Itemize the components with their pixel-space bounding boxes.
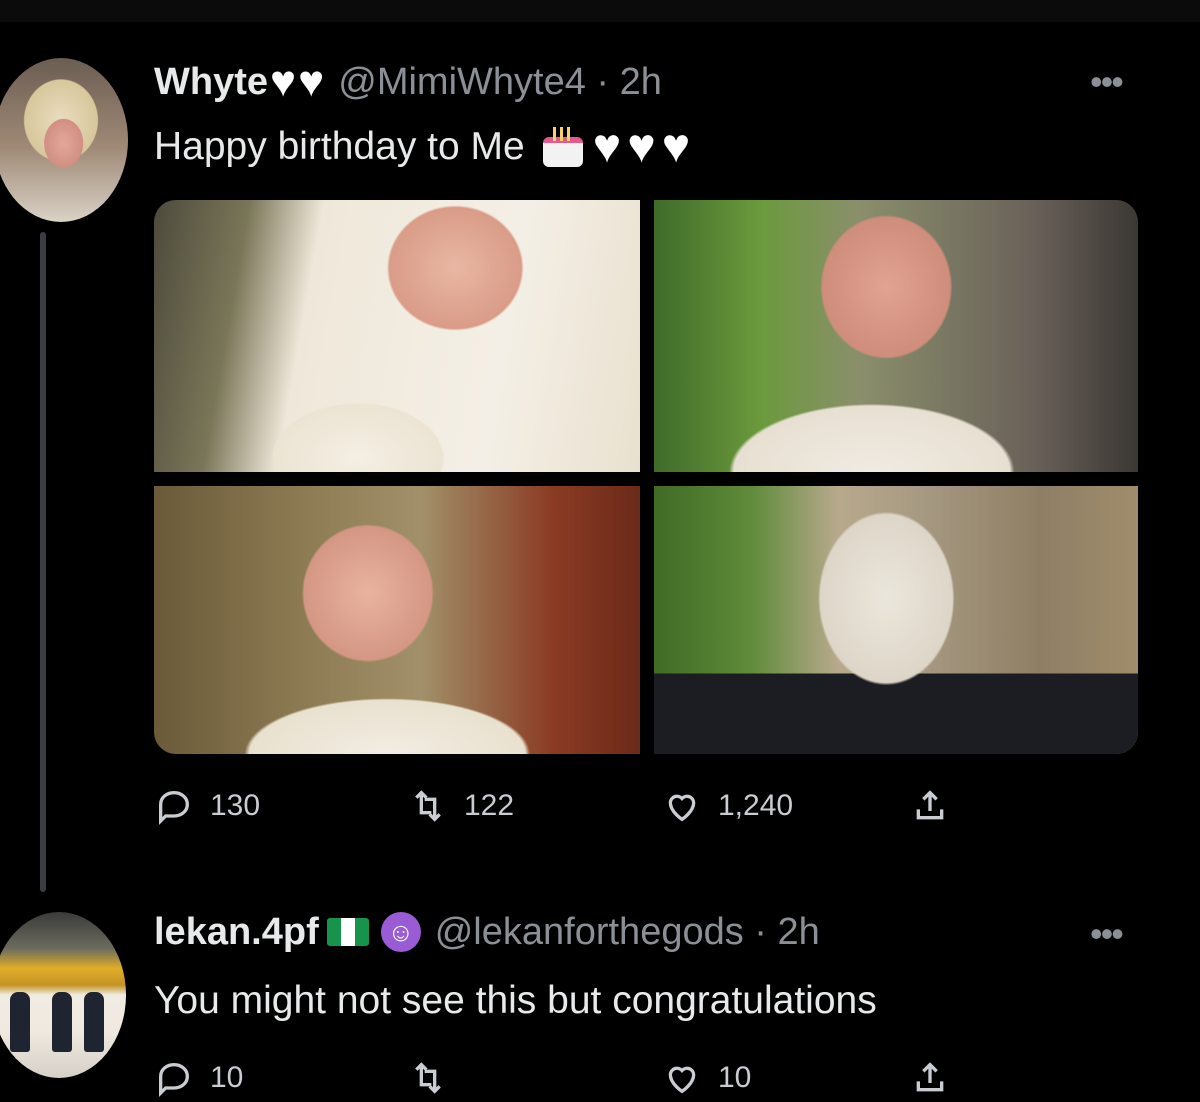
reply-icon xyxy=(159,1062,190,1098)
birthday-cake-icon xyxy=(539,125,587,169)
media-grid xyxy=(154,200,1138,754)
white-heart-icon: ♥ xyxy=(592,120,622,173)
like-button[interactable]: 10 xyxy=(662,1058,751,1098)
like-icon xyxy=(668,794,696,822)
avatar-figure xyxy=(52,992,72,1052)
tweet-body: Happy birthday to Me xyxy=(154,125,525,168)
photo-2[interactable] xyxy=(654,200,1138,472)
avatar[interactable] xyxy=(0,58,128,222)
tweet-actions: 10 10 xyxy=(154,1058,1054,1102)
reply-button[interactable]: 130 xyxy=(154,786,260,826)
tweet-body: You might not see this but congratulatio… xyxy=(154,979,877,1022)
photo-1[interactable] xyxy=(154,200,640,472)
retweet-button[interactable]: 122 xyxy=(408,786,514,826)
tweet-actions: 130 122 1,240 xyxy=(154,786,1054,830)
thread-line xyxy=(40,232,46,892)
reply-count: 10 xyxy=(210,1061,244,1094)
reply-icon xyxy=(159,790,190,826)
like-button[interactable]: 1,240 xyxy=(662,786,793,826)
like-count: 10 xyxy=(718,1061,752,1094)
smiling-devil-icon: ☺ xyxy=(380,912,421,952)
white-heart-icon: ♥ xyxy=(661,120,691,173)
handle-and-time[interactable]: @lekanforthegods · 2h xyxy=(435,911,820,954)
like-count: 1,240 xyxy=(718,789,794,822)
avatar[interactable] xyxy=(0,912,126,1078)
share-button[interactable] xyxy=(910,1058,966,1098)
tweet-header: Whyte ♥ ♥ @MimiWhyte4 · 2h xyxy=(154,58,662,106)
white-heart-icon: ♥ xyxy=(270,57,297,106)
photo-4[interactable] xyxy=(654,486,1138,754)
photo-3[interactable] xyxy=(154,486,640,754)
share-icon xyxy=(916,1062,944,1092)
retweet-icon xyxy=(415,790,441,822)
avatar-figure xyxy=(84,992,104,1052)
tweet-header: lekan.4pf ☺ @lekanforthegods · 2h xyxy=(154,908,820,956)
more-icon[interactable]: ••• xyxy=(1090,916,1124,952)
reply-button[interactable]: 10 xyxy=(154,1058,243,1098)
retweet-count: 122 xyxy=(464,789,515,822)
top-bar xyxy=(0,0,1200,22)
display-name[interactable]: lekan.4pf xyxy=(154,911,319,954)
share-button[interactable] xyxy=(910,786,966,826)
white-heart-icon: ♥ xyxy=(298,57,325,106)
more-icon[interactable]: ••• xyxy=(1090,64,1124,100)
nigeria-flag-icon xyxy=(326,918,369,946)
handle-and-time[interactable]: @MimiWhyte4 · 2h xyxy=(338,61,662,104)
share-icon xyxy=(916,790,944,820)
white-heart-icon: ♥ xyxy=(627,120,656,173)
tweet-text: You might not see this but congratulatio… xyxy=(154,974,877,1028)
retweet-button[interactable] xyxy=(408,1058,464,1098)
display-name[interactable]: Whyte xyxy=(154,61,268,104)
avatar-figure xyxy=(10,992,30,1052)
tweet-text: Happy birthday to Me ♥ ♥ ♥ xyxy=(154,120,690,174)
retweet-icon xyxy=(415,1062,441,1094)
like-icon xyxy=(668,1066,696,1094)
reply-count: 130 xyxy=(210,789,261,822)
